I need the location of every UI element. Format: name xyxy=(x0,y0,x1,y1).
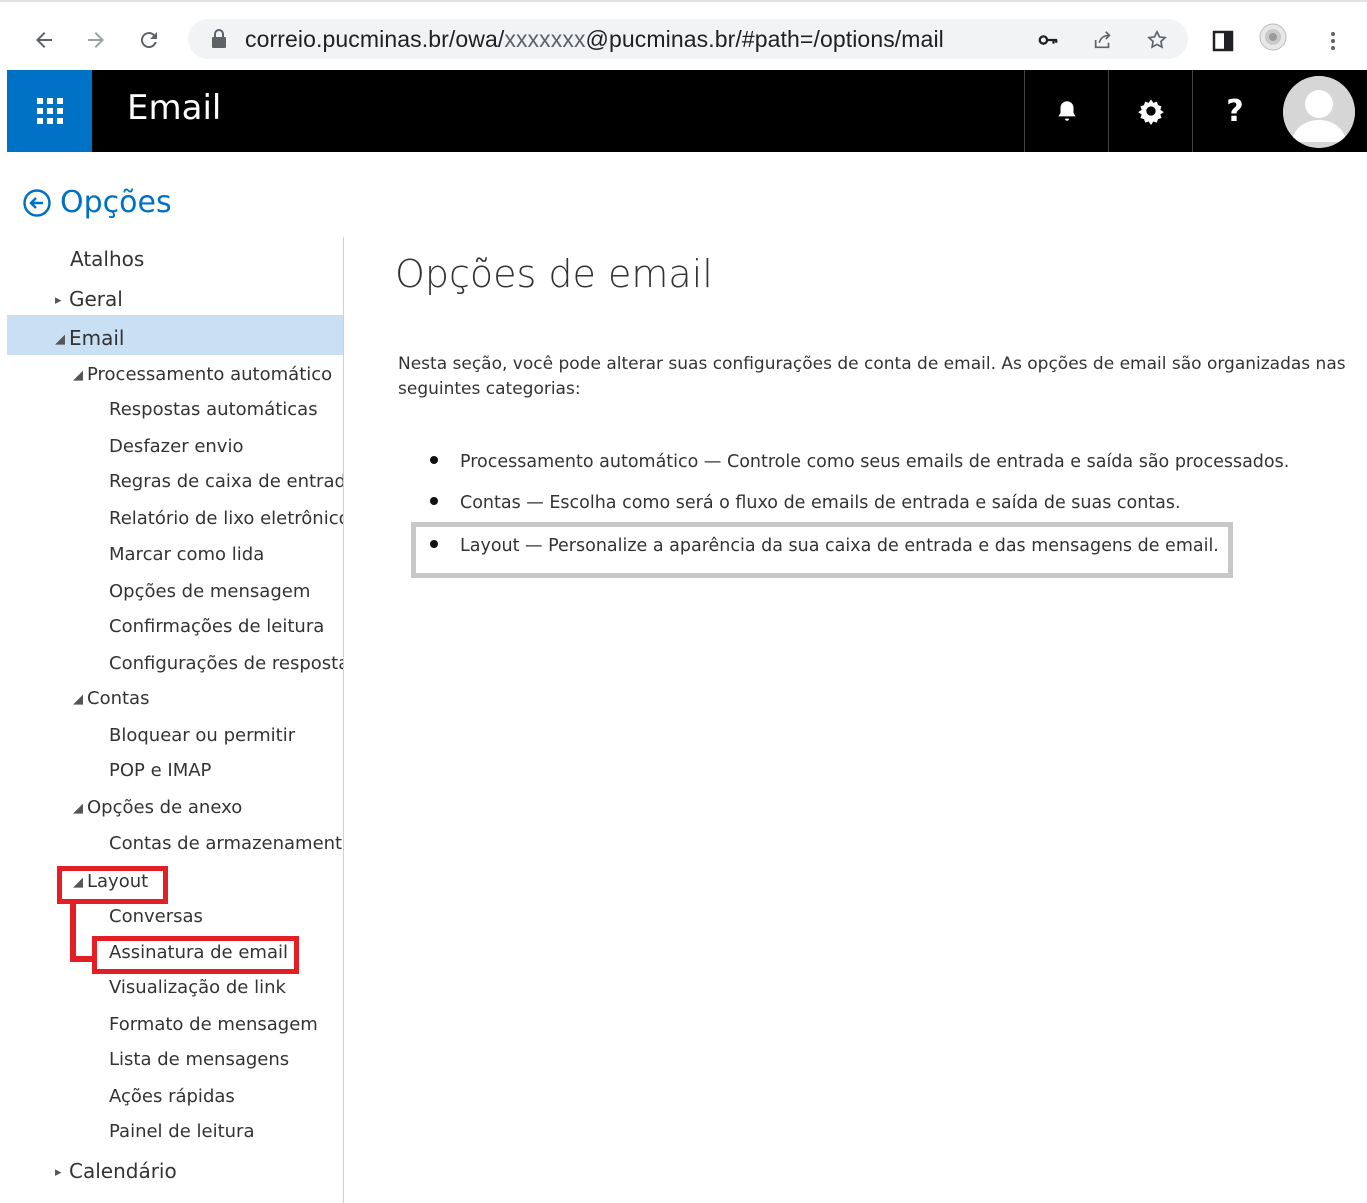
lock-icon[interactable] xyxy=(210,29,228,49)
url-suffix: @pucminas.br/#path=/options/mail xyxy=(585,26,944,52)
nav-visualizacao-link[interactable]: Visualização de link xyxy=(7,977,343,998)
nav-label: Processamento automático xyxy=(87,364,333,385)
nav-pop-imap[interactable]: POP e IMAP xyxy=(7,760,343,781)
expanded-arrow-icon[interactable]: ◢ xyxy=(73,692,87,707)
back-arrow-icon[interactable] xyxy=(28,22,60,58)
nav-respostas-automaticas[interactable]: Respostas automáticas xyxy=(7,399,343,420)
waffle-icon[interactable] xyxy=(7,70,92,152)
list-item: Contas — Escolha como será o fluxo de em… xyxy=(430,493,1181,513)
nav-label: Relatório de lixo eletrônico xyxy=(109,508,344,529)
annotation-box-layout xyxy=(57,866,168,904)
nav-label: Formato de mensagem xyxy=(109,1014,318,1035)
share-icon[interactable] xyxy=(1090,27,1116,53)
forward-arrow-icon[interactable] xyxy=(80,22,112,58)
nav-lixo-eletronico[interactable]: Relatório de lixo eletrônico xyxy=(7,508,343,529)
page-title: Opções de email xyxy=(395,252,713,296)
nav-label: Opções de anexo xyxy=(87,797,243,818)
nav-bloquear-permitir[interactable]: Bloquear ou permitir xyxy=(7,725,343,746)
nav-label: POP e IMAP xyxy=(109,760,212,781)
nav-lista-mensagens[interactable]: Lista de mensagens xyxy=(7,1049,343,1070)
nav-label: Confirmações de leitura xyxy=(109,616,325,637)
nav-email[interactable]: ◢ Email xyxy=(7,315,343,355)
nav-contas-armazenamento[interactable]: Contas de armazenamento xyxy=(7,833,343,854)
kebab-menu-icon[interactable] xyxy=(1318,26,1348,56)
browser-top-border xyxy=(0,0,1367,6)
annotation-box-assinatura xyxy=(92,936,299,974)
star-icon[interactable] xyxy=(1144,27,1170,53)
nav-painel-leitura[interactable]: Painel de leitura xyxy=(7,1121,343,1142)
owa-header: Email ? xyxy=(7,70,1367,152)
nav-label: Respostas automáticas xyxy=(109,399,318,420)
nav-label: Marcar como lida xyxy=(109,544,265,565)
bullet-text: Processamento automático — Controle como… xyxy=(460,452,1290,472)
bullet-icon xyxy=(430,497,438,505)
list-item: Processamento automático — Controle como… xyxy=(430,452,1289,472)
bell-icon[interactable] xyxy=(1024,70,1109,152)
options-back-link[interactable]: Opções xyxy=(22,185,172,220)
nav-label: Email xyxy=(69,326,125,350)
nav-label: Opções de mensagem xyxy=(109,581,311,602)
nav-marcar-lida[interactable]: Marcar como lida xyxy=(7,544,343,565)
reload-icon[interactable] xyxy=(133,22,165,58)
bullet-icon xyxy=(430,456,438,464)
nav-label: Visualização de link xyxy=(109,977,286,998)
nav-contas[interactable]: ◢ Contas xyxy=(7,688,343,709)
nav-label: Conversas xyxy=(109,906,203,927)
nav-geral[interactable]: ▸ Geral xyxy=(7,287,343,311)
gear-icon[interactable] xyxy=(1108,70,1193,152)
nav-label: Ações rápidas xyxy=(109,1086,235,1107)
collapsed-arrow-icon[interactable]: ▸ xyxy=(55,293,69,308)
expanded-arrow-icon[interactable]: ◢ xyxy=(73,368,87,383)
nav-label: Regras de caixa de entrada xyxy=(109,471,344,492)
nav-label: Atalhos xyxy=(70,247,145,271)
nav-label: Configurações de resposta xyxy=(109,653,344,674)
nav-atalhos[interactable]: Atalhos xyxy=(7,247,343,271)
expanded-arrow-icon[interactable]: ◢ xyxy=(55,332,69,347)
annotation-connector-vertical xyxy=(70,900,76,962)
nav-label: Desfazer envio xyxy=(109,436,244,457)
nav-desfazer-envio[interactable]: Desfazer envio xyxy=(7,436,343,457)
nav-conversas[interactable]: Conversas xyxy=(7,906,343,927)
app-title[interactable]: Email xyxy=(127,88,221,128)
annotation-box-layout-bullet xyxy=(411,522,1233,578)
back-circle-icon[interactable] xyxy=(22,188,52,218)
sidepanel-icon[interactable] xyxy=(1208,26,1238,56)
nav-opcoes-mensagem[interactable]: Opções de mensagem xyxy=(7,581,343,602)
nav-label: Lista de mensagens xyxy=(109,1049,290,1070)
avatar-icon[interactable] xyxy=(1283,76,1355,148)
collapsed-arrow-icon[interactable]: ▸ xyxy=(55,1165,69,1180)
url-text[interactable]: correio.pucminas.br/owa/xxxxxxx@pucminas… xyxy=(245,26,944,53)
browser-toolbar: correio.pucminas.br/owa/xxxxxxx@pucminas… xyxy=(0,8,1367,70)
url-prefix: correio.pucminas.br/owa/ xyxy=(245,26,505,52)
expanded-arrow-icon[interactable]: ◢ xyxy=(73,801,87,816)
nav-processamento[interactable]: ◢ Processamento automático xyxy=(7,364,343,385)
nav-label: Contas xyxy=(87,688,150,709)
url-masked-user: xxxxxxx xyxy=(504,26,586,52)
options-nav: Atalhos ▸ Geral ◢ Email ◢ Processamento aut… xyxy=(7,237,344,1203)
nav-label: Painel de leitura xyxy=(109,1121,255,1142)
nav-label: Bloquear ou permitir xyxy=(109,725,296,746)
key-icon[interactable] xyxy=(1035,27,1061,53)
help-icon[interactable]: ? xyxy=(1192,70,1277,152)
nav-confirmacoes-leitura[interactable]: Confirmações de leitura xyxy=(7,616,343,637)
nav-acoes-rapidas[interactable]: Ações rápidas xyxy=(7,1086,343,1107)
nav-label: Calendário xyxy=(69,1159,177,1183)
nav-opcoes-anexo[interactable]: ◢ Opções de anexo xyxy=(7,797,343,818)
options-title[interactable]: Opções xyxy=(60,185,172,220)
nav-config-resposta[interactable]: Configurações de resposta xyxy=(7,653,343,674)
nav-calendario[interactable]: ▸ Calendário xyxy=(7,1159,343,1183)
nav-formato-mensagem[interactable]: Formato de mensagem xyxy=(7,1014,343,1035)
nav-regras[interactable]: Regras de caixa de entrada xyxy=(7,471,343,492)
nav-label: Geral xyxy=(69,287,123,311)
extension-icon[interactable] xyxy=(1258,22,1288,52)
address-bar[interactable]: correio.pucminas.br/owa/xxxxxxx@pucminas… xyxy=(188,19,1188,59)
bullet-text: Contas — Escolha como será o fluxo de em… xyxy=(460,493,1181,513)
nav-label: Contas de armazenamento xyxy=(109,833,344,854)
intro-text: Nesta seção, você pode alterar suas conf… xyxy=(398,354,1346,399)
